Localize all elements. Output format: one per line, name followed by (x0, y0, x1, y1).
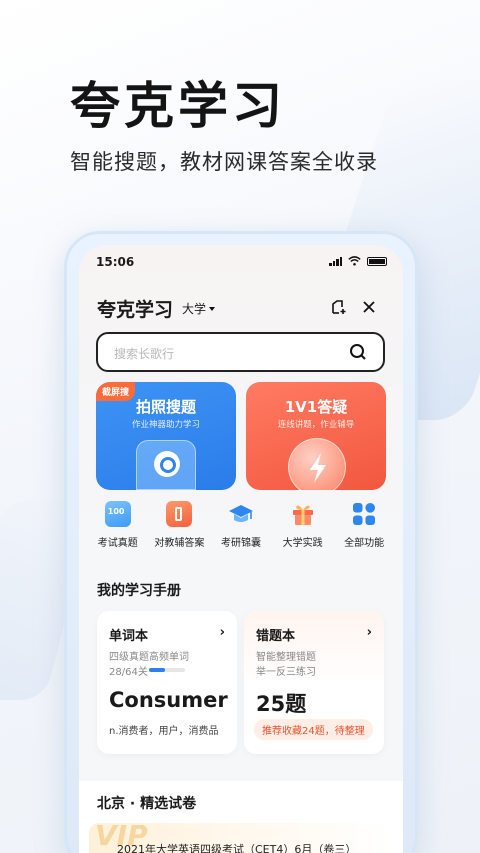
photo-search-card[interactable]: 截屏搜 拍照搜题 作业神器助力学习 (96, 382, 236, 490)
tutor-qa-title: 1V1答疑 (284, 398, 348, 416)
vocabulary-card[interactable]: 单词本 › 四级真题高频单词 28/64关 Consumer n.消费者，用户，… (97, 611, 237, 754)
exam-icon: 100 (104, 501, 131, 527)
vocabulary-word: Consumer (109, 688, 228, 712)
signal-icon (329, 256, 342, 266)
tutor-qa-card[interactable]: 1V1答疑 连线讲题，作业辅导 (246, 382, 386, 490)
feature-label: 对教辅答案 (154, 538, 205, 549)
vocabulary-progress-bar (149, 668, 185, 672)
feature-all-functions[interactable]: 全部功能 (333, 501, 395, 549)
camera-icon (136, 440, 196, 490)
vocabulary-title: 单词本 (109, 629, 149, 644)
wifi-icon (348, 256, 361, 266)
tutor-qa-subtitle: 连线讲题，作业辅导 (277, 420, 355, 430)
phone-screen: 15:06 夸克学习 大学 搜索长歌行 截屏搜 拍照搜题 作业神器助力学习 1V… (79, 245, 403, 853)
exam-icon-badge: 100 (107, 507, 125, 516)
status-icons (329, 256, 387, 266)
papers-section: 北京 · 精选试卷 VIP 2021年大学英语四级考试（CET4）6月（卷三） (79, 781, 403, 853)
lightning-icon (288, 438, 346, 490)
level-label: 大学 (182, 302, 207, 316)
mistakes-pill[interactable]: 推荐收藏24题，待整理 (254, 719, 373, 740)
close-icon (363, 301, 375, 313)
search-placeholder: 搜索长歌行 (114, 347, 175, 361)
book-icon (166, 501, 193, 527)
feature-textbook-answers[interactable]: 对教辅答案 (149, 501, 211, 549)
photo-search-title: 拍照搜题 (135, 398, 196, 416)
grid-icon (353, 503, 376, 525)
feature-postgrad-tips[interactable]: 考研锦囊 (210, 501, 272, 549)
battery-icon (367, 256, 387, 266)
feature-label: 大学实践 (282, 538, 323, 549)
chevron-right-icon: › (219, 625, 225, 640)
paper-list-item[interactable]: VIP 2021年大学英语四级考试（CET4）6月（卷三） (89, 819, 393, 853)
hero-subtitle: 智能搜题，教材网课答案全收录 (70, 150, 378, 174)
photo-search-subtitle: 作业神器助力学习 (131, 420, 200, 430)
hero-title: 夸克学习 (70, 77, 286, 135)
study-handbook-section: 我的学习手册 单词本 › 四级真题高频单词 28/64关 Consumer n.… (79, 567, 403, 767)
search-icon[interactable] (349, 343, 367, 361)
feature-label: 考研锦囊 (220, 538, 261, 549)
mistakes-desc: 智能整理错题 (256, 652, 316, 663)
add-page-button[interactable] (329, 297, 349, 317)
gift-icon (292, 505, 313, 525)
vocabulary-desc: 四级真题高频单词 (109, 652, 189, 663)
caret-down-icon (209, 306, 216, 311)
level-selector[interactable]: 大学 (182, 300, 216, 317)
feature-label: 全部功能 (344, 538, 385, 549)
feature-shortcuts: 100 考试真题 对教辅答案 考研锦囊 大学实践 全部功能 (87, 501, 395, 549)
papers-title: 北京 · 精选试卷 (97, 796, 197, 812)
feature-college-practice[interactable]: 大学实践 (272, 501, 334, 549)
feature-label: 考试真题 (97, 538, 138, 549)
close-button[interactable] (359, 297, 379, 317)
feature-exam-papers[interactable]: 100 考试真题 (87, 501, 149, 549)
chevron-right-icon: › (366, 625, 372, 640)
section-title: 我的学习手册 (97, 583, 181, 599)
mistakes-desc: 举一反三练习 (256, 667, 316, 678)
app-title: 夸克学习 (97, 299, 174, 321)
add-page-icon (332, 300, 346, 314)
status-time: 15:06 (96, 255, 135, 269)
vocabulary-progress-text: 28/64关 (109, 667, 148, 678)
vocabulary-meaning: n.消费者，用户，消费品 (109, 726, 219, 737)
mistakes-card[interactable]: 错题本 › 智能整理错题 举一反三练习 25题 推荐收藏24题，待整理 (244, 611, 384, 754)
mistakes-title: 错题本 (256, 629, 296, 644)
paper-title: 2021年大学英语四级考试（CET4）6月（卷三） (117, 843, 357, 853)
search-input[interactable]: 搜索长歌行 (96, 332, 385, 372)
mistakes-count: 25题 (256, 692, 307, 716)
graduation-cap-icon (228, 505, 253, 522)
